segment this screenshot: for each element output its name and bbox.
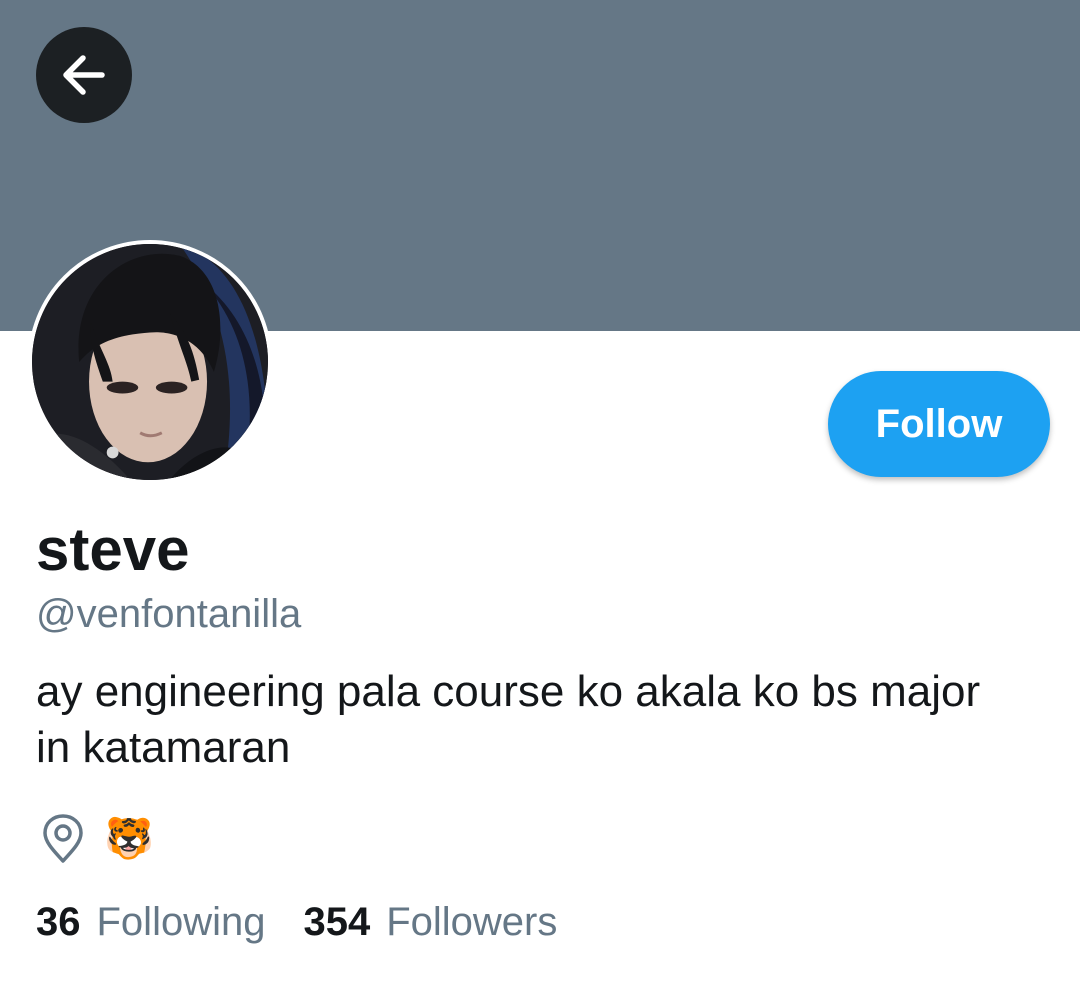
following-label: Following — [96, 900, 266, 944]
profile-stats: 36 Following 354 Followers — [36, 900, 595, 945]
followers-link[interactable]: 354 Followers — [303, 900, 557, 945]
followers-label: Followers — [386, 900, 558, 944]
arrow-left-icon — [63, 55, 105, 95]
followers-count: 354 — [303, 900, 371, 944]
avatar-photo — [32, 244, 268, 480]
user-handle: @venfontanilla — [36, 592, 302, 636]
location-pin-icon — [40, 812, 86, 864]
display-name: steve — [36, 516, 190, 583]
avatar[interactable] — [28, 240, 272, 484]
profile-bio: ay engineering pala course ko akala ko b… — [36, 667, 981, 772]
follow-button[interactable]: Follow — [828, 371, 1050, 477]
following-link[interactable]: 36 Following — [36, 900, 265, 945]
following-count: 36 — [36, 900, 81, 944]
profile-page: Follow steve @venfontanilla ay engineeri… — [0, 0, 1080, 986]
back-button[interactable] — [36, 27, 132, 123]
profile-location: 🐯 — [104, 817, 154, 861]
